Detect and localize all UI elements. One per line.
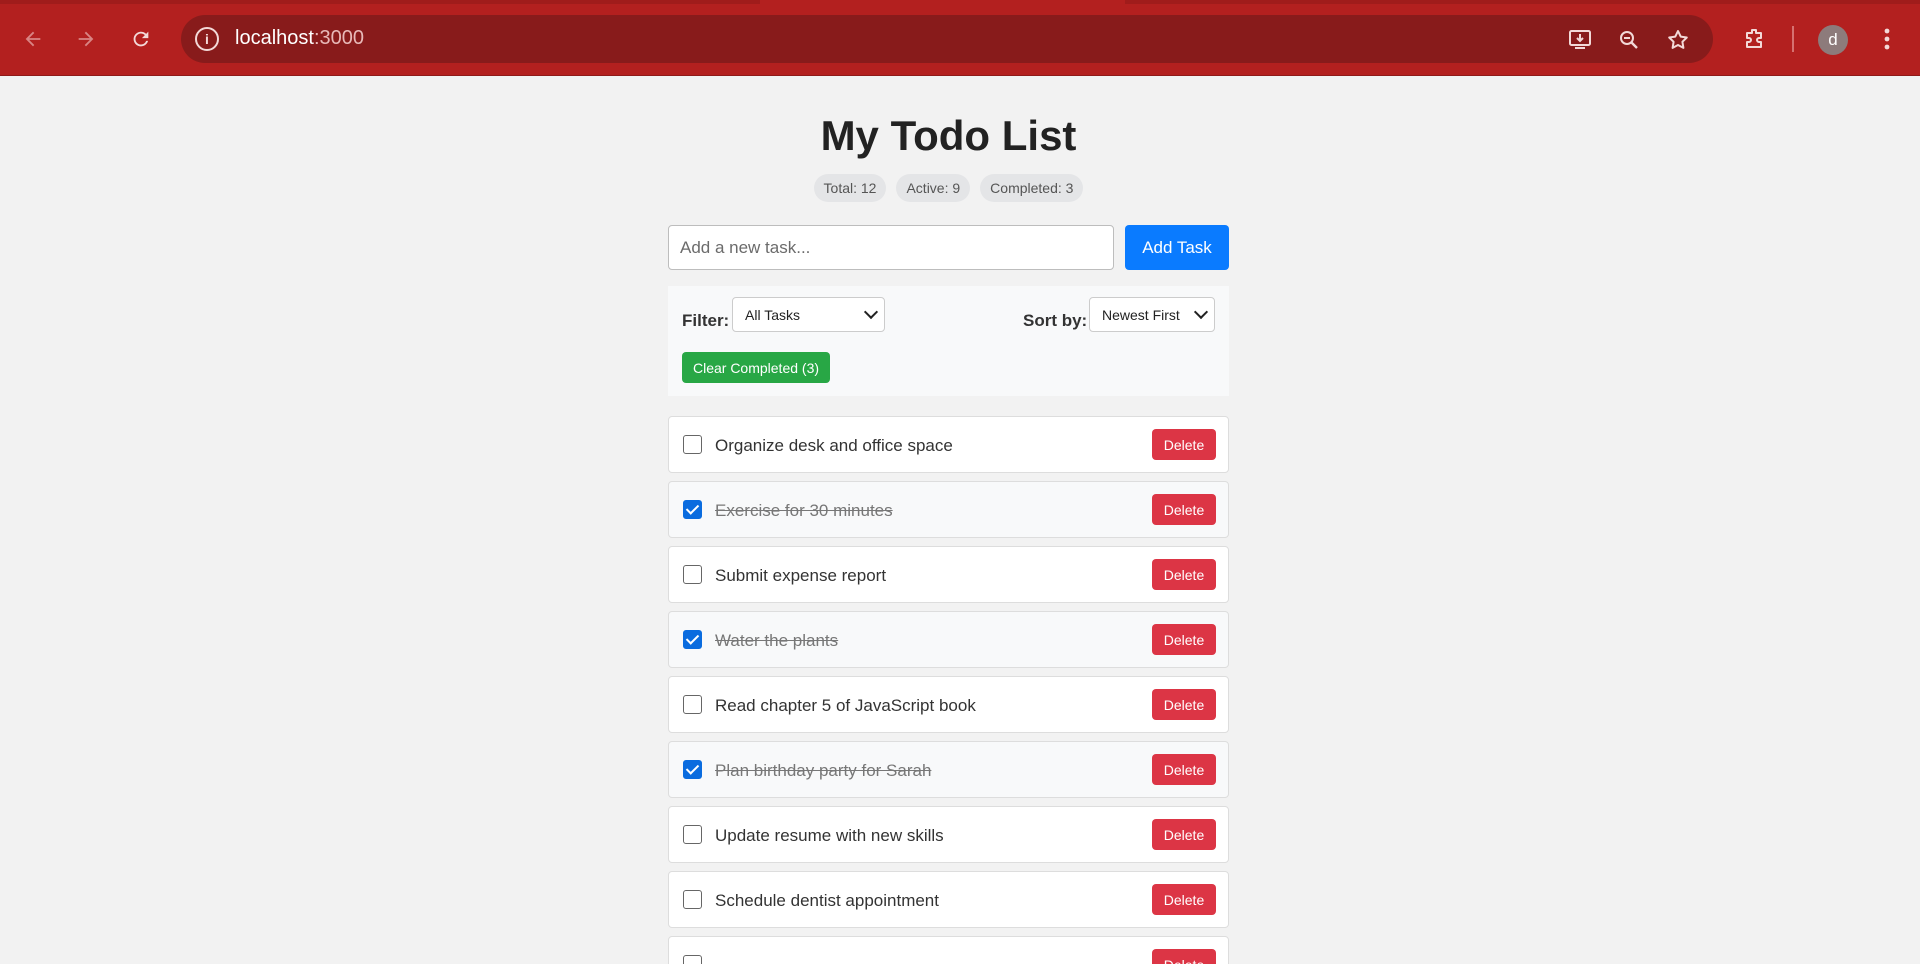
- add-task-form: Add Task: [668, 225, 1229, 270]
- delete-button[interactable]: Delete: [1152, 884, 1216, 915]
- active-tab-edge[interactable]: [760, 0, 1125, 4]
- filter-select[interactable]: All Tasks: [732, 297, 885, 332]
- install-app-icon[interactable]: [1567, 27, 1593, 53]
- delete-button[interactable]: Delete: [1152, 494, 1216, 525]
- stat-active: Active: 9: [896, 174, 971, 202]
- todo-checkbox[interactable]: [683, 500, 702, 519]
- chevron-down-icon: [1193, 304, 1209, 320]
- todo-text: Exercise for 30 minutes: [715, 501, 893, 520]
- delete-button[interactable]: Delete: [1152, 754, 1216, 785]
- delete-button[interactable]: Delete: [1152, 559, 1216, 590]
- delete-button[interactable]: Delete: [1152, 429, 1216, 460]
- todo-checkbox[interactable]: [683, 890, 702, 909]
- url-host: localhost: [235, 27, 314, 49]
- todo-checkbox[interactable]: [683, 760, 702, 779]
- toolbar-separator: [1792, 26, 1794, 52]
- delete-button[interactable]: Delete: [1152, 689, 1216, 720]
- todo-text: Schedule dentist appointment: [715, 891, 939, 910]
- todo-checkbox[interactable]: [683, 695, 702, 714]
- zoom-icon[interactable]: [1616, 27, 1642, 53]
- filter-label: Filter:: [682, 311, 730, 330]
- todo-item: Update resume with new skills Delete: [668, 806, 1229, 863]
- todo-list: Organize desk and office space Delete Exer…: [668, 416, 1229, 964]
- browser-toolbar: i localhost:3000 d: [0, 0, 1920, 76]
- todo-checkbox[interactable]: [683, 435, 702, 454]
- sort-selected-value: Newest First: [1102, 307, 1180, 323]
- todo-checkbox[interactable]: [683, 955, 702, 964]
- todo-text: Water the plants: [715, 631, 839, 650]
- address-bar[interactable]: i localhost:3000: [181, 15, 1713, 63]
- delete-button[interactable]: Delete: [1152, 624, 1216, 655]
- stats-bar: Total: 12 Active: 9 Completed: 3: [668, 174, 1229, 202]
- todo-checkbox[interactable]: [683, 565, 702, 584]
- todo-item: Delete: [668, 936, 1229, 964]
- reload-button[interactable]: [124, 22, 158, 56]
- delete-button[interactable]: Delete: [1152, 819, 1216, 850]
- todo-item: Plan birthday party for Sarah Delete: [668, 741, 1229, 798]
- clear-completed-button[interactable]: Clear Completed (3): [682, 352, 830, 383]
- filter-selected-value: All Tasks: [745, 307, 800, 323]
- todo-text: Update resume with new skills: [715, 826, 944, 845]
- todo-text: Plan birthday party for Sarah: [715, 761, 932, 780]
- arrow-left-icon: [25, 31, 41, 47]
- todo-item: Submit expense report Delete: [668, 546, 1229, 603]
- todo-text: Organize desk and office space: [715, 436, 953, 455]
- forward-button[interactable]: [69, 22, 103, 56]
- todo-text: Submit expense report: [715, 566, 887, 585]
- reload-icon: [133, 31, 149, 47]
- controls-panel: Filter: All Tasks Sort by: Newest First …: [668, 286, 1229, 396]
- todo-app: My Todo List Total: 12 Active: 9 Complet…: [668, 76, 1229, 964]
- todo-checkbox[interactable]: [683, 825, 702, 844]
- delete-button[interactable]: Delete: [1152, 949, 1216, 964]
- chevron-down-icon: [863, 304, 879, 320]
- todo-item: Exercise for 30 minutes Delete: [668, 481, 1229, 538]
- todo-item: Schedule dentist appointment Delete: [668, 871, 1229, 928]
- url-port: :3000: [313, 27, 364, 49]
- back-button[interactable]: [16, 22, 50, 56]
- todo-item: Read chapter 5 of JavaScript book Delete: [668, 676, 1229, 733]
- more-menu-icon[interactable]: [1870, 22, 1904, 56]
- page-viewport: My Todo List Total: 12 Active: 9 Complet…: [0, 76, 1900, 964]
- stat-total: Total: 12: [813, 174, 887, 202]
- url-text[interactable]: localhost:3000: [235, 27, 364, 50]
- site-info-icon[interactable]: i: [195, 27, 219, 51]
- bookmark-star-icon[interactable]: [1665, 27, 1691, 53]
- sort-select[interactable]: Newest First: [1089, 297, 1215, 332]
- arrow-right-icon: [78, 31, 94, 47]
- sort-label: Sort by:: [1023, 311, 1088, 330]
- extensions-icon[interactable]: [1737, 22, 1771, 56]
- todo-text: Read chapter 5 of JavaScript book: [715, 696, 976, 715]
- page-title: My Todo List: [820, 112, 1077, 159]
- new-task-input[interactable]: [668, 225, 1114, 270]
- todo-item: Water the plants Delete: [668, 611, 1229, 668]
- add-task-button[interactable]: Add Task: [1125, 225, 1229, 270]
- todo-item: Organize desk and office space Delete: [668, 416, 1229, 473]
- todo-checkbox[interactable]: [683, 630, 702, 649]
- profile-avatar[interactable]: d: [1818, 25, 1848, 55]
- stat-completed: Completed: 3: [980, 174, 1084, 202]
